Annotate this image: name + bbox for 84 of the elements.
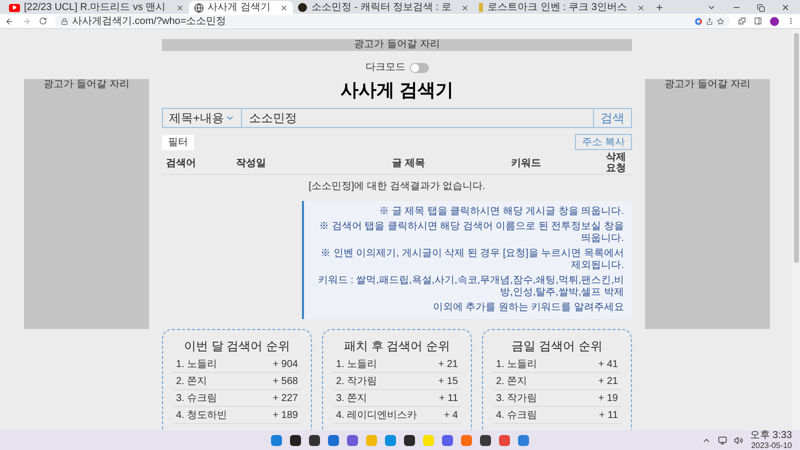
notice-text: ※ 인벤 이의제기, 게시글이 삭제 된 경우 [요청]을 누르시면 목록에서 제외됩니다. [320,248,624,272]
ranking-count: + 21 [598,374,618,388]
tab-title: 소소민정 - 캐릭터 정보검색 : 로 [311,2,452,14]
tab-title: [22/23 UCL] R.마드리드 vs 맨시 [24,2,166,14]
ranking-count: + 41 [598,358,618,372]
ranking-count: + 189 [272,408,298,422]
ranking-count: + 11 [599,408,618,422]
dark-mode-label: 다크모드 [366,62,406,74]
taskbar-app-icon[interactable] [480,434,491,446]
browser-tab[interactable]: 소소민정 - 캐릭터 정보검색 : 로 [293,1,474,14]
browser-tab[interactable]: [22/23 UCL] R.마드리드 vs 맨시 [4,1,189,14]
empty-message: [소소민정]에 대한 검색결과가 없습니다. [308,181,486,193]
url-text: 사사게검색기.com/?who=소소민정 [72,16,226,26]
taskbar-app-icon[interactable] [290,434,301,446]
notice-text: 이외에 추가를 원하는 키워드를 알려주세요 [432,302,624,314]
browser-tab[interactable]: 사사게 검색기 [188,1,294,14]
ranking-name[interactable]: 3. 슈크림 [176,390,218,406]
ranking-title: 패치 후 검색어 순위 [342,338,451,355]
extensions-icon[interactable] [738,17,746,25]
back-icon[interactable] [5,16,14,26]
ranking-title: 이번 달 검색어 순위 [182,338,291,355]
reload-icon[interactable] [39,17,47,25]
column-header: 키워드 [510,158,542,168]
clock-date: 2023-05-10 [751,440,792,450]
close-icon[interactable] [461,4,470,12]
ranking-count: + 227 [272,392,298,406]
close-icon[interactable] [781,3,790,12]
notice-text: 키워드 : 쌀먹,패드립,욕설,사기,속코,무개념,잠수,쇄팅,먹튀,팬스킨,비방,인성,탈주,쌀박,셀프 박제 [316,275,624,299]
ad-label: 광고가 들어갈 자리 [664,79,750,92]
close-icon[interactable] [280,4,288,12]
ranking-count: + 904 [272,358,298,372]
lock-icon [61,18,68,24]
clock-time: 오후 3:33 [750,430,792,440]
ranking-count: + 21 [438,358,458,372]
ranking-count: + 4 [444,408,458,422]
browser-tab[interactable]: 로스트아크 인벤 : 쿠크 3인버스 [474,1,650,14]
ranking-count: + 19 [598,392,618,406]
chevron-icon[interactable] [707,3,716,12]
ranking-count: + 568 [272,374,298,388]
restore-icon[interactable] [757,4,765,12]
ranking-name[interactable]: 3. 작가림 [496,390,538,406]
google-icon[interactable] [695,18,702,24]
address-bar[interactable]: 사사게검색기.com/?who=소소민정 [55,15,730,27]
column-header: 글 제목 [391,158,426,168]
side-panel-icon[interactable] [754,17,762,25]
ranking-name[interactable]: 4. 레이디엔비스카 [336,408,418,422]
scope-select[interactable]: 제목+내용 [162,108,242,128]
column-header: 검색어 [166,158,197,168]
dark-mode-toggle[interactable] [410,63,428,73]
tab-title: 사사게 검색기 [208,2,270,14]
volume-icon[interactable] [734,436,743,444]
new-tab-icon[interactable] [654,3,664,12]
page-title: 사사게 검색기 [339,79,454,102]
ranking-name[interactable]: 3. 쫀지 [336,390,368,406]
notice-text: ※ 검색어 탭을 클릭하시면 해당 검색어 이름으로 된 전투정보실 창을 띄웁니다. [318,221,624,245]
ad-label: 광고가 들어갈 자리 [354,39,440,51]
ranking-name[interactable]: 2. 쫀지 [496,374,528,388]
taskbar-app-icon[interactable] [309,434,320,446]
ranking-name[interactable]: 1. 노들리 [336,356,378,372]
ad-label: 광고가 들어갈 자리 [44,79,130,92]
star-icon[interactable] [717,18,724,24]
column-header: 작성일 [236,158,267,168]
avatar-icon[interactable] [770,16,779,26]
bar-icon [479,3,484,12]
filter-button[interactable]: 필터 [162,134,194,150]
ranking-count: + 11 [439,392,458,406]
close-icon[interactable] [176,4,184,12]
tab-title: 로스트아크 인벤 : 쿠크 3인버스 [487,2,627,14]
ranking-name[interactable]: 4. 청도하빈 [176,408,228,422]
globe-icon [194,2,204,12]
ranking-title: 금일 검색어 순위 [510,338,604,355]
play-icon [9,4,20,12]
notice-text: ※ 글 제목 탭을 클릭하시면 해당 게시글 창을 띄웁니다. [378,206,624,218]
search-field[interactable]: 소소민정 [242,108,593,128]
close-icon[interactable] [636,4,645,12]
taskbar-app-icon[interactable] [404,434,415,446]
ranking-name[interactable]: 2. 쫀지 [176,374,208,388]
ranking-name[interactable]: 2. 작가림 [336,374,378,388]
ranking-name[interactable]: 1. 노들리 [496,356,538,372]
share-icon[interactable] [706,18,713,24]
ranking-count: + 15 [438,374,458,388]
ranking-name[interactable]: 1. 노들리 [176,356,218,372]
column-header: 삭제 요청 [606,152,627,174]
ranking-name[interactable]: 4. 슈크림 [496,408,538,422]
